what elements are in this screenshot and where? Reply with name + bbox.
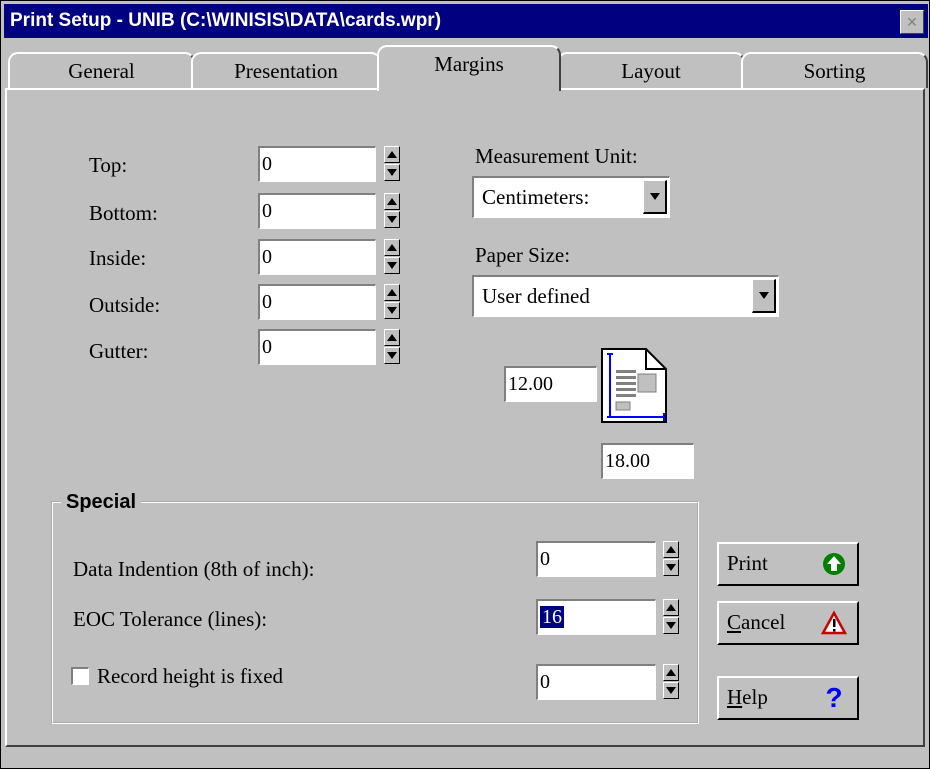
paper-size-label: Paper Size: [475, 243, 571, 267]
bottom-label: Bottom: [89, 201, 158, 225]
spin-up-icon[interactable] [384, 146, 400, 163]
cancel-label-rest: ancel [741, 610, 786, 634]
inside-label: Inside: [89, 246, 147, 270]
help-button[interactable]: Help ? [717, 676, 859, 720]
print-button-label: Print [727, 551, 768, 575]
help-label-rest: elp [742, 685, 768, 709]
spin-down-icon[interactable] [384, 347, 400, 364]
record-height-input[interactable]: 0 [536, 664, 656, 700]
eoc-tolerance-selected-value: 16 [540, 606, 564, 628]
bottom-margin-spinner[interactable] [384, 193, 400, 229]
spin-up-icon[interactable] [384, 329, 400, 346]
special-group-title: Special [61, 491, 142, 514]
record-height-spinner[interactable] [663, 664, 679, 700]
spin-up-icon[interactable] [384, 284, 400, 301]
paper-size-value: User defined [482, 284, 590, 308]
eoc-tolerance-input[interactable]: 16 [536, 599, 656, 635]
paper-width-input[interactable]: 12.00 [504, 366, 597, 402]
print-button[interactable]: Print [717, 542, 859, 586]
chevron-down-icon[interactable] [643, 180, 667, 214]
bottom-margin-input[interactable]: 0 [258, 193, 376, 229]
spin-down-icon[interactable] [384, 257, 400, 274]
outside-margin-input[interactable]: 0 [258, 284, 376, 320]
eoc-tolerance-spinner[interactable] [663, 599, 679, 635]
paper-size-dropdown[interactable]: User defined [472, 275, 779, 317]
panel-content: Top: 0 Bottom: 0 Inside: 0 Outside: 0 Gu… [1, 1, 929, 768]
gutter-margin-input[interactable]: 0 [258, 329, 376, 365]
spin-down-icon[interactable] [663, 617, 679, 634]
paper-height-input[interactable]: 18.00 [601, 443, 694, 479]
spin-up-icon[interactable] [663, 541, 679, 558]
measurement-unit-dropdown[interactable]: Centimeters: [472, 176, 670, 218]
inside-margin-spinner[interactable] [384, 239, 400, 275]
gutter-label: Gutter: [89, 339, 149, 363]
green-up-arrow-icon [823, 553, 845, 575]
page-dimensions-icon [601, 348, 667, 423]
spin-up-icon[interactable] [663, 664, 679, 681]
data-indention-label: Data Indention (8th of inch): [73, 557, 315, 581]
record-height-fixed-checkbox[interactable] [71, 667, 89, 685]
eoc-tolerance-label: EOC Tolerance (lines): [73, 607, 268, 631]
spin-down-icon[interactable] [384, 211, 400, 228]
cancel-mnemonic: C [727, 610, 742, 634]
spin-down-icon[interactable] [663, 682, 679, 699]
cancel-button[interactable]: Cancel [717, 601, 859, 645]
data-indention-spinner[interactable] [663, 541, 679, 577]
spin-down-icon[interactable] [384, 302, 400, 319]
top-label: Top: [89, 153, 128, 177]
inside-margin-input[interactable]: 0 [258, 239, 376, 275]
outside-margin-spinner[interactable] [384, 284, 400, 320]
cancel-button-label: Cancel [727, 610, 785, 635]
spin-down-icon[interactable] [663, 559, 679, 576]
help-mnemonic: H [727, 685, 743, 709]
print-setup-window: Print Setup - UNIB (C:\WINISIS\DATA\card… [0, 0, 930, 769]
chevron-down-icon[interactable] [752, 279, 776, 313]
measurement-unit-value: Centimeters: [482, 185, 590, 209]
gutter-margin-spinner[interactable] [384, 329, 400, 365]
spin-up-icon[interactable] [384, 239, 400, 256]
data-indention-input[interactable]: 0 [536, 541, 656, 577]
warning-icon [821, 610, 847, 635]
spin-down-icon[interactable] [384, 164, 400, 181]
top-margin-spinner[interactable] [384, 146, 400, 182]
question-mark-icon: ? [825, 682, 843, 713]
record-height-fixed-label[interactable]: Record height is fixed [97, 664, 283, 689]
measurement-unit-label: Measurement Unit: [475, 144, 638, 168]
spin-up-icon[interactable] [384, 193, 400, 210]
top-margin-input[interactable]: 0 [258, 146, 376, 182]
help-button-label: Help [727, 685, 768, 710]
outside-label: Outside: [89, 293, 161, 317]
spin-up-icon[interactable] [663, 599, 679, 616]
